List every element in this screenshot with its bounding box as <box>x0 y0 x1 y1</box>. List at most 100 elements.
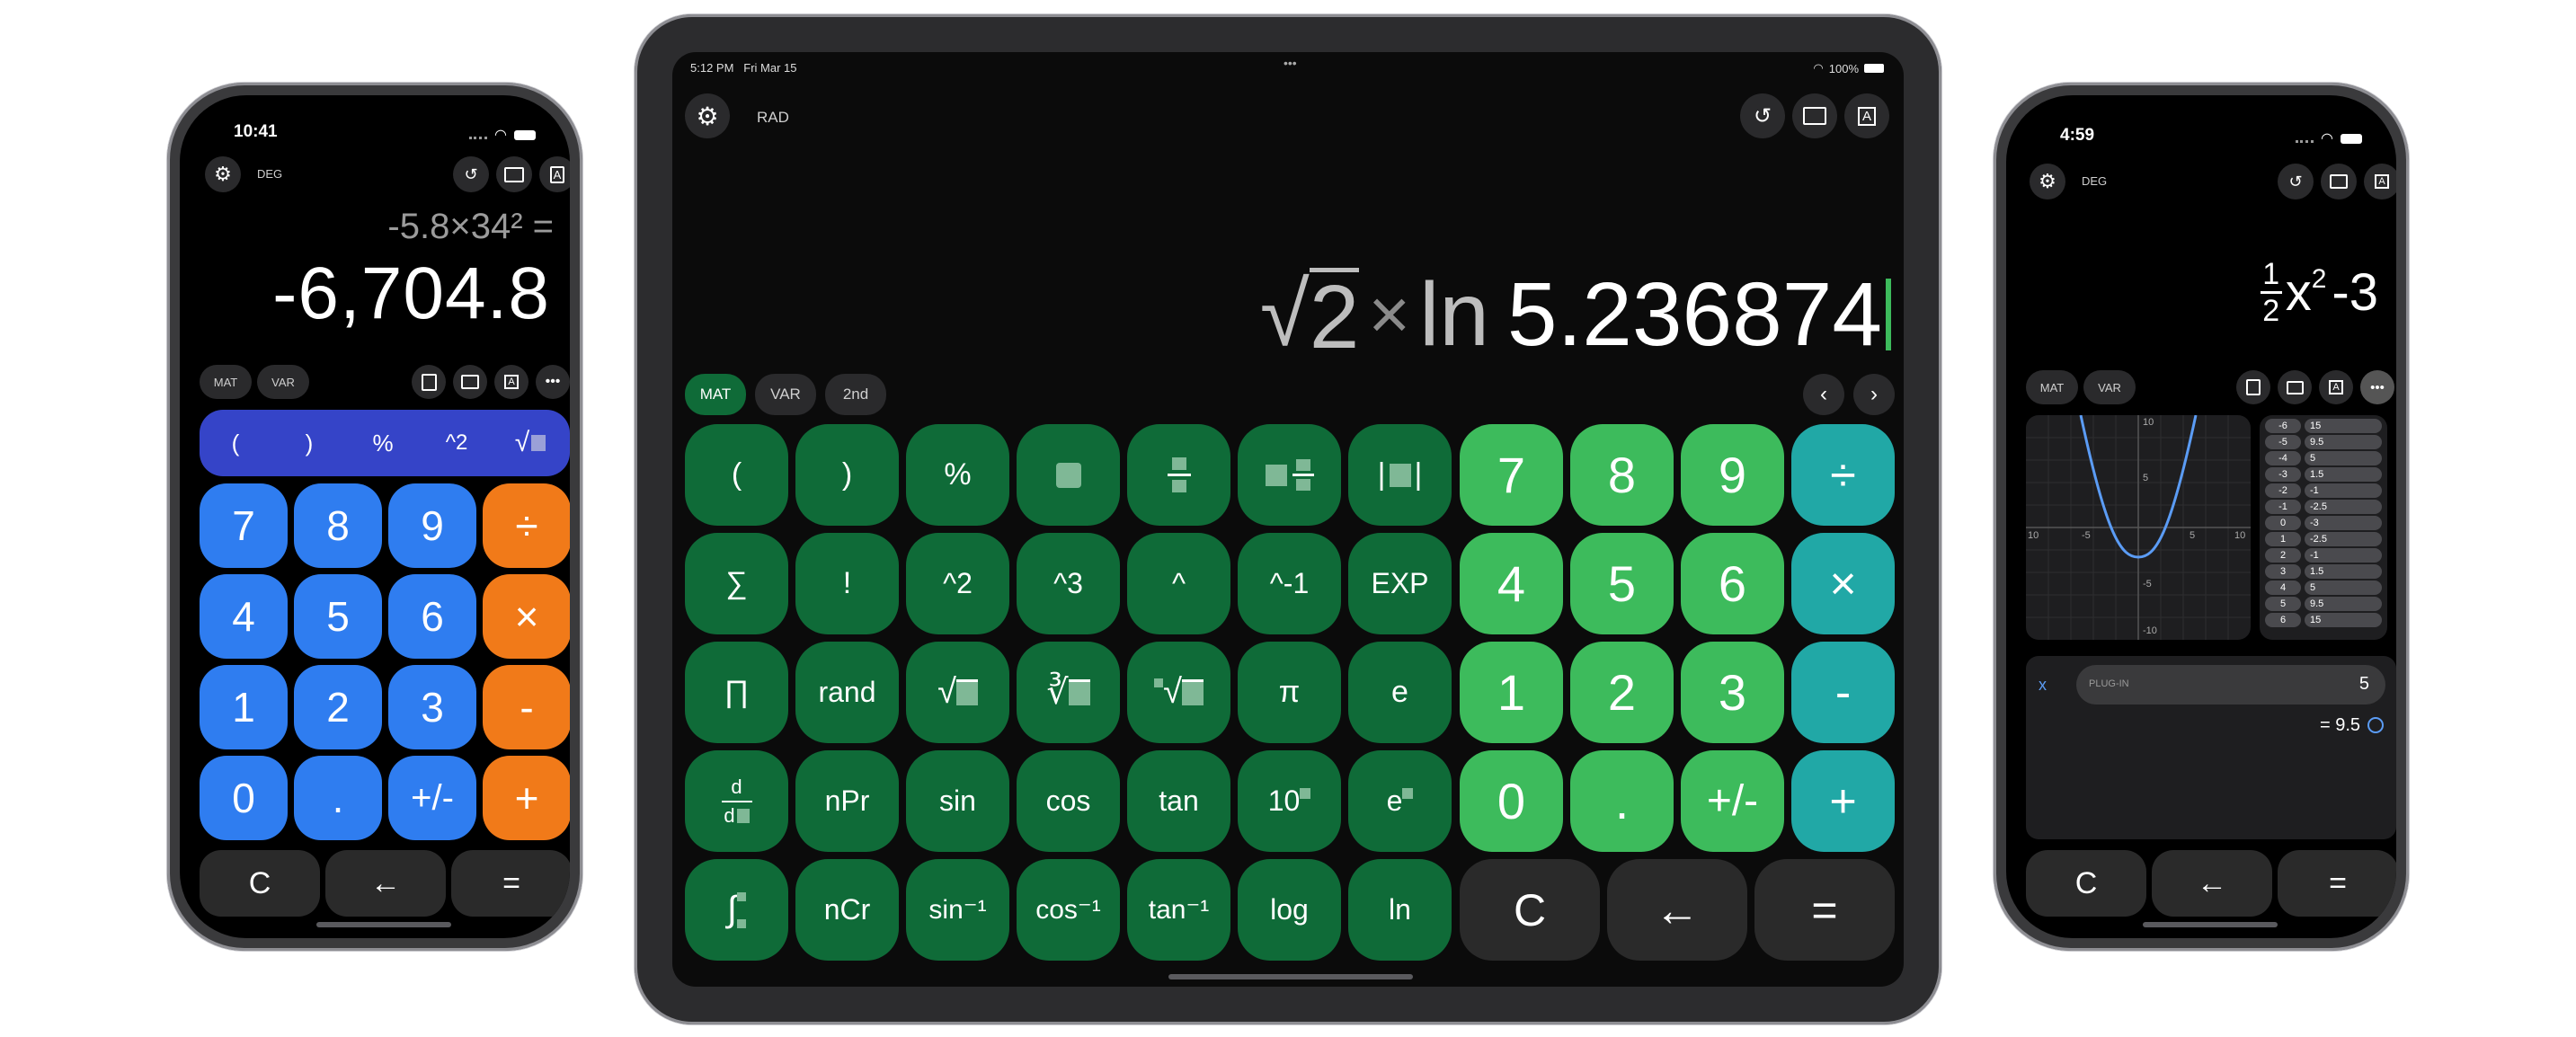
open-paren-key[interactable]: ( <box>200 410 271 476</box>
settings-button[interactable]: ⚙ <box>205 156 241 192</box>
minus-key[interactable]: - <box>1791 642 1895 743</box>
key-6[interactable]: 6 <box>1681 533 1784 634</box>
text-mode-button[interactable]: A <box>539 156 570 192</box>
folder-button[interactable] <box>496 156 532 192</box>
integral-key[interactable]: ∫ <box>685 859 788 961</box>
cube-key[interactable]: ^3 <box>1017 533 1120 634</box>
derivative-key[interactable]: dd <box>685 750 788 852</box>
ln-key[interactable]: ln <box>1348 859 1452 961</box>
key-5[interactable]: 5 <box>294 574 382 659</box>
divide-key[interactable]: ÷ <box>483 483 570 568</box>
reciprocal-key[interactable]: ^-1 <box>1238 533 1341 634</box>
mat-pill[interactable]: MAT <box>2026 370 2078 404</box>
backspace-key[interactable]: ← <box>325 850 446 917</box>
negate-key[interactable]: +/- <box>1681 750 1784 852</box>
key-3[interactable]: 3 <box>1681 642 1784 743</box>
pi-key[interactable]: π <box>1238 642 1341 743</box>
absolute-value-key[interactable]: | | <box>1348 424 1452 526</box>
clear-key[interactable]: C <box>2026 850 2146 917</box>
equals-key[interactable]: = <box>451 850 570 917</box>
folder-button[interactable] <box>1792 93 1837 138</box>
info-icon[interactable] <box>2367 717 2384 733</box>
key-4[interactable]: 4 <box>1460 533 1563 634</box>
mixed-fraction-key[interactable] <box>1238 424 1341 526</box>
text-mode-button[interactable]: A <box>1844 93 1889 138</box>
sum-key[interactable]: ∑ <box>685 533 788 634</box>
divide-key[interactable]: ÷ <box>1791 424 1895 526</box>
sqrt-key[interactable]: √ <box>494 410 566 476</box>
plugin-input[interactable]: PLUG-IN 5 <box>2076 665 2385 705</box>
minus-key[interactable]: - <box>483 665 570 749</box>
key-2[interactable]: 2 <box>1570 642 1674 743</box>
settings-button[interactable]: ⚙ <box>2030 164 2065 199</box>
close-paren-key[interactable]: ) <box>273 410 345 476</box>
ncr-key[interactable]: nCr <box>795 859 899 961</box>
decimal-key[interactable]: . <box>294 756 382 840</box>
key-9[interactable]: 9 <box>1681 424 1784 526</box>
nth-root-key[interactable]: √ <box>1127 642 1230 743</box>
var-pill[interactable]: VAR <box>2083 370 2136 404</box>
mat-pill[interactable]: MAT <box>200 365 252 399</box>
key-8[interactable]: 8 <box>1570 424 1674 526</box>
key-9[interactable]: 9 <box>388 483 476 568</box>
key-3[interactable]: 3 <box>388 665 476 749</box>
cursor-right-button[interactable]: › <box>1853 374 1895 415</box>
key-1[interactable]: 1 <box>1460 642 1563 743</box>
key-6[interactable]: 6 <box>388 574 476 659</box>
percent-key[interactable]: % <box>906 424 1009 526</box>
square-key[interactable]: ^2 <box>421 410 493 476</box>
equals-key[interactable]: = <box>2278 850 2396 917</box>
power-key[interactable]: ^ <box>1127 533 1230 634</box>
history-button[interactable]: ↺ <box>2278 164 2314 199</box>
exp-key[interactable]: EXP <box>1348 533 1452 634</box>
sin-key[interactable]: sin <box>906 750 1009 852</box>
square-key[interactable]: ^2 <box>906 533 1009 634</box>
folder-button[interactable] <box>2321 164 2357 199</box>
function-graph[interactable]: 10 -10 10 10 -5 5 5 -5 <box>2026 415 2251 640</box>
negate-key[interactable]: +/- <box>388 756 476 840</box>
mat-pill[interactable]: MAT <box>685 374 746 415</box>
settings-button[interactable]: ⚙ <box>685 93 730 138</box>
decimal-key[interactable]: . <box>1570 750 1674 852</box>
angle-mode-label[interactable]: RAD <box>757 109 789 127</box>
copy-button[interactable] <box>412 365 446 399</box>
close-paren-key[interactable]: ) <box>795 424 899 526</box>
sqrt-key[interactable]: √ <box>906 642 1009 743</box>
ten-power-key[interactable]: 10 <box>1238 750 1341 852</box>
cube-root-key[interactable]: ∛ <box>1017 642 1120 743</box>
more-button[interactable]: ••• <box>2360 370 2394 404</box>
text-box-button[interactable]: A <box>494 365 529 399</box>
clear-key[interactable]: C <box>1460 859 1600 961</box>
rand-key[interactable]: rand <box>795 642 899 743</box>
folder-button-2[interactable] <box>453 365 487 399</box>
clear-key[interactable]: C <box>200 850 320 917</box>
key-0[interactable]: 0 <box>200 756 288 840</box>
second-function-pill[interactable]: 2nd <box>825 374 886 415</box>
folder-button-2[interactable] <box>2278 370 2312 404</box>
angle-mode-label[interactable]: DEG <box>2082 174 2107 188</box>
copy-button[interactable] <box>2236 370 2270 404</box>
multiply-key[interactable]: × <box>483 574 570 659</box>
multiply-key[interactable]: × <box>1791 533 1895 634</box>
placeholder-key[interactable] <box>1017 424 1120 526</box>
key-2[interactable]: 2 <box>294 665 382 749</box>
arccos-key[interactable]: cos⁻¹ <box>1017 859 1120 961</box>
plus-key[interactable]: + <box>483 756 570 840</box>
backspace-key[interactable]: ← <box>1607 859 1747 961</box>
key-7[interactable]: 7 <box>1460 424 1563 526</box>
text-mode-button[interactable]: A <box>2364 164 2396 199</box>
multitask-dots-icon[interactable]: ••• <box>1284 56 1297 70</box>
history-button[interactable]: ↺ <box>453 156 489 192</box>
e-key[interactable]: e <box>1348 642 1452 743</box>
key-4[interactable]: 4 <box>200 574 288 659</box>
angle-mode-label[interactable]: DEG <box>257 167 282 181</box>
backspace-key[interactable]: ← <box>2152 850 2272 917</box>
percent-key[interactable]: % <box>347 410 419 476</box>
cursor-left-button[interactable]: ‹ <box>1803 374 1844 415</box>
fraction-key[interactable] <box>1127 424 1230 526</box>
arctan-key[interactable]: tan⁻¹ <box>1127 859 1230 961</box>
equals-key[interactable]: = <box>1754 859 1895 961</box>
var-pill[interactable]: VAR <box>257 365 309 399</box>
arcsin-key[interactable]: sin⁻¹ <box>906 859 1009 961</box>
text-box-button[interactable]: A <box>2319 370 2353 404</box>
